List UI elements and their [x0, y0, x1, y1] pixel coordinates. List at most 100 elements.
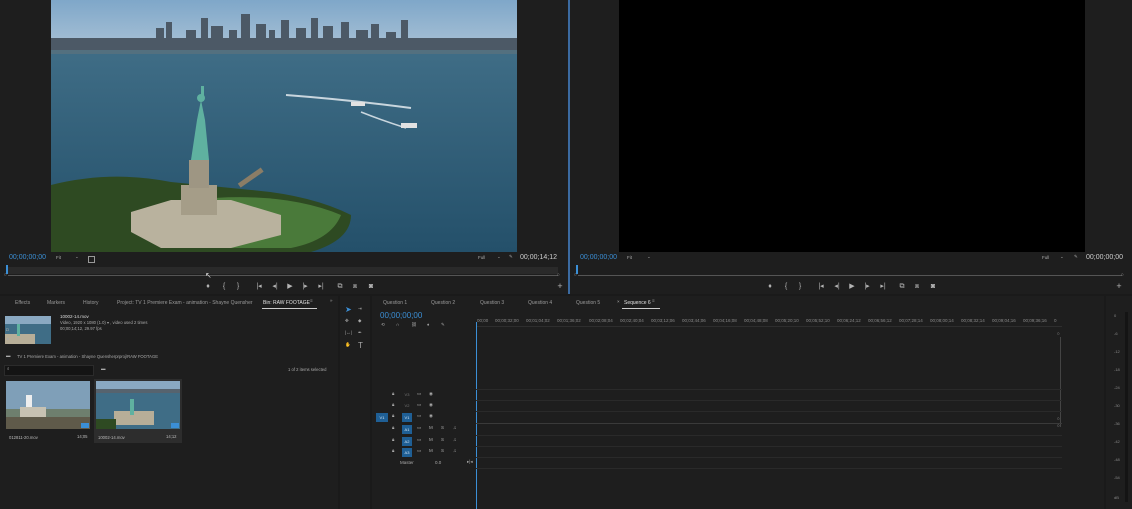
source-quality-select[interactable]: Full: [478, 255, 485, 260]
solo-button[interactable]: S: [441, 437, 444, 442]
source-fit-select[interactable]: Fit: [56, 255, 61, 260]
tab-project[interactable]: Project: TV 1 Premiere Exam - animation …: [117, 300, 253, 306]
tab-menu-icon[interactable]: ≡: [310, 298, 313, 303]
eye-icon[interactable]: ◉: [429, 413, 433, 419]
zoom-handle-left[interactable]: ○: [574, 272, 577, 277]
go-to-out-button[interactable]: ▸|: [316, 283, 326, 291]
step-forward-button[interactable]: |▸: [300, 283, 310, 291]
film-icon[interactable]: ▭: [417, 391, 421, 397]
zoom-handle-right[interactable]: ○: [557, 272, 560, 277]
scroll-handle[interactable]: ○: [1057, 416, 1060, 421]
track-header-a3[interactable]: 🔒︎ A3 ▭ M S ♫: [372, 448, 474, 458]
play-button[interactable]: ▶: [847, 283, 857, 291]
extract-button[interactable]: ⧈: [912, 283, 922, 291]
tab-markers[interactable]: Markers: [47, 300, 65, 306]
mute-button[interactable]: M: [429, 437, 433, 442]
slip-tool-icon[interactable]: |↔|: [345, 330, 352, 335]
track-label[interactable]: V3: [402, 391, 412, 399]
mark-out-button[interactable]: }: [233, 283, 243, 291]
eye-icon[interactable]: ◉: [429, 402, 433, 408]
hand-tool-icon[interactable]: ✋: [345, 342, 351, 348]
overwrite-button[interactable]: ⧈: [350, 283, 360, 291]
track-label[interactable]: A3: [402, 448, 412, 457]
source-patch-v1[interactable]: V1: [376, 413, 388, 422]
play-preview-icon[interactable]: ▸: [7, 336, 9, 342]
tab-effects[interactable]: Effects: [15, 300, 30, 306]
tab-history[interactable]: History: [83, 300, 99, 306]
lock-icon[interactable]: 🔒︎: [392, 391, 394, 396]
solo-button[interactable]: S: [441, 425, 444, 430]
pen-tool-icon[interactable]: ✒: [358, 330, 362, 336]
add-marker-button[interactable]: ♦: [765, 283, 775, 291]
play-button[interactable]: ▶: [285, 283, 295, 291]
go-to-end-icon[interactable]: ▸|◂: [467, 459, 473, 465]
program-fit-select[interactable]: Fit: [627, 255, 632, 260]
master-value[interactable]: 0.0: [435, 460, 441, 465]
timeline-vscroll[interactable]: [1060, 337, 1061, 427]
program-timecode-in[interactable]: 00;00;00;00: [580, 254, 617, 261]
close-tab-icon[interactable]: ×: [617, 299, 620, 304]
program-zoom-bar[interactable]: [578, 275, 1122, 276]
film-icon[interactable]: ▭: [417, 402, 421, 408]
export-frame-button[interactable]: ◙: [928, 283, 938, 291]
track-header-v2[interactable]: 🔒︎ V2 ▭ ◉: [372, 402, 474, 412]
track-header-master[interactable]: Master 0.0 ▸|◂: [372, 459, 474, 469]
chevron-down-icon[interactable]: ⌄: [497, 254, 501, 260]
track-label[interactable]: A2: [402, 437, 412, 446]
go-to-in-button[interactable]: |◂: [254, 283, 264, 291]
nest-icon[interactable]: ⟲: [381, 322, 385, 328]
mark-in-button[interactable]: {: [781, 283, 791, 291]
tab-question-3[interactable]: Question 3: [480, 300, 504, 306]
eye-icon[interactable]: ◉: [429, 391, 433, 397]
track-header-a1[interactable]: 🔒︎ A1 ▭ M S ♫: [372, 425, 474, 435]
step-back-button[interactable]: ◂|: [832, 283, 842, 291]
search-input[interactable]: [4, 365, 94, 376]
mute-button[interactable]: M: [429, 425, 433, 430]
mic-icon[interactable]: ♫: [453, 448, 456, 453]
chevron-down-icon[interactable]: ⌄: [75, 254, 79, 260]
mic-icon[interactable]: ♫: [453, 425, 456, 430]
zoom-handle-right[interactable]: ○: [1121, 272, 1124, 277]
lock-icon[interactable]: 🔒︎: [392, 425, 394, 430]
lift-button[interactable]: ⧉: [897, 283, 907, 291]
ripple-tool-icon[interactable]: ✥: [345, 318, 349, 324]
tab-question-1[interactable]: Question 1: [383, 300, 407, 306]
track-select-tool-icon[interactable]: ⇥: [358, 306, 362, 312]
wrench-icon[interactable]: ✎: [441, 322, 445, 328]
sync-lock-icon[interactable]: ▭: [417, 437, 421, 443]
add-marker-button[interactable]: ♦: [203, 283, 213, 291]
export-frame-button[interactable]: ◙: [366, 283, 376, 291]
film-icon[interactable]: ▭: [417, 413, 421, 419]
chevron-down-icon[interactable]: ⌄: [647, 254, 651, 260]
step-back-button[interactable]: ◂|: [270, 283, 280, 291]
step-forward-button[interactable]: |▸: [862, 283, 872, 291]
lock-icon[interactable]: 🔒︎: [392, 437, 394, 442]
track-label[interactable]: A1: [402, 425, 412, 434]
timeline-timecode[interactable]: 00;00;00;00: [380, 311, 422, 320]
thumbnail-item-selected[interactable]: 10002-14.mov 14;12: [94, 379, 182, 443]
button-editor-add[interactable]: +: [555, 282, 565, 291]
tab-bin-raw-footage[interactable]: Bin: RAW FOOTAGE: [263, 300, 310, 306]
source-timecode-in[interactable]: 00;00;00;00: [9, 254, 46, 261]
tab-sequence-6[interactable]: Sequence 6: [624, 300, 651, 306]
linked-selection-icon[interactable]: ⛓: [411, 322, 417, 328]
mark-in-button[interactable]: {: [219, 283, 229, 291]
type-tool-icon[interactable]: T: [358, 341, 363, 350]
source-zoom-bar[interactable]: [8, 275, 558, 276]
go-to-out-button[interactable]: ▸|: [878, 283, 888, 291]
mute-button[interactable]: M: [429, 448, 433, 453]
tab-menu-icon[interactable]: ≡: [652, 298, 655, 303]
razor-tool-icon[interactable]: ◆: [358, 318, 361, 324]
tab-question-5[interactable]: Question 5: [576, 300, 600, 306]
track-header-v3[interactable]: 🔒︎ V3 ▭ ◉: [372, 391, 474, 401]
clip-preview-thumbnail[interactable]: [5, 316, 51, 344]
thumbnail-item[interactable]: 012811-20.mov 14;05: [6, 381, 90, 443]
tab-question-4[interactable]: Question 4: [528, 300, 552, 306]
solo-button[interactable]: S: [441, 448, 444, 453]
track-label[interactable]: V1: [402, 413, 412, 422]
sync-lock-icon[interactable]: ▭: [417, 425, 421, 431]
wrench-icon[interactable]: ✎: [509, 254, 513, 260]
sync-lock-icon[interactable]: ▭: [417, 448, 421, 454]
selection-tool-icon[interactable]: ➤: [345, 305, 352, 314]
add-marker-icon[interactable]: ♦: [427, 322, 429, 327]
